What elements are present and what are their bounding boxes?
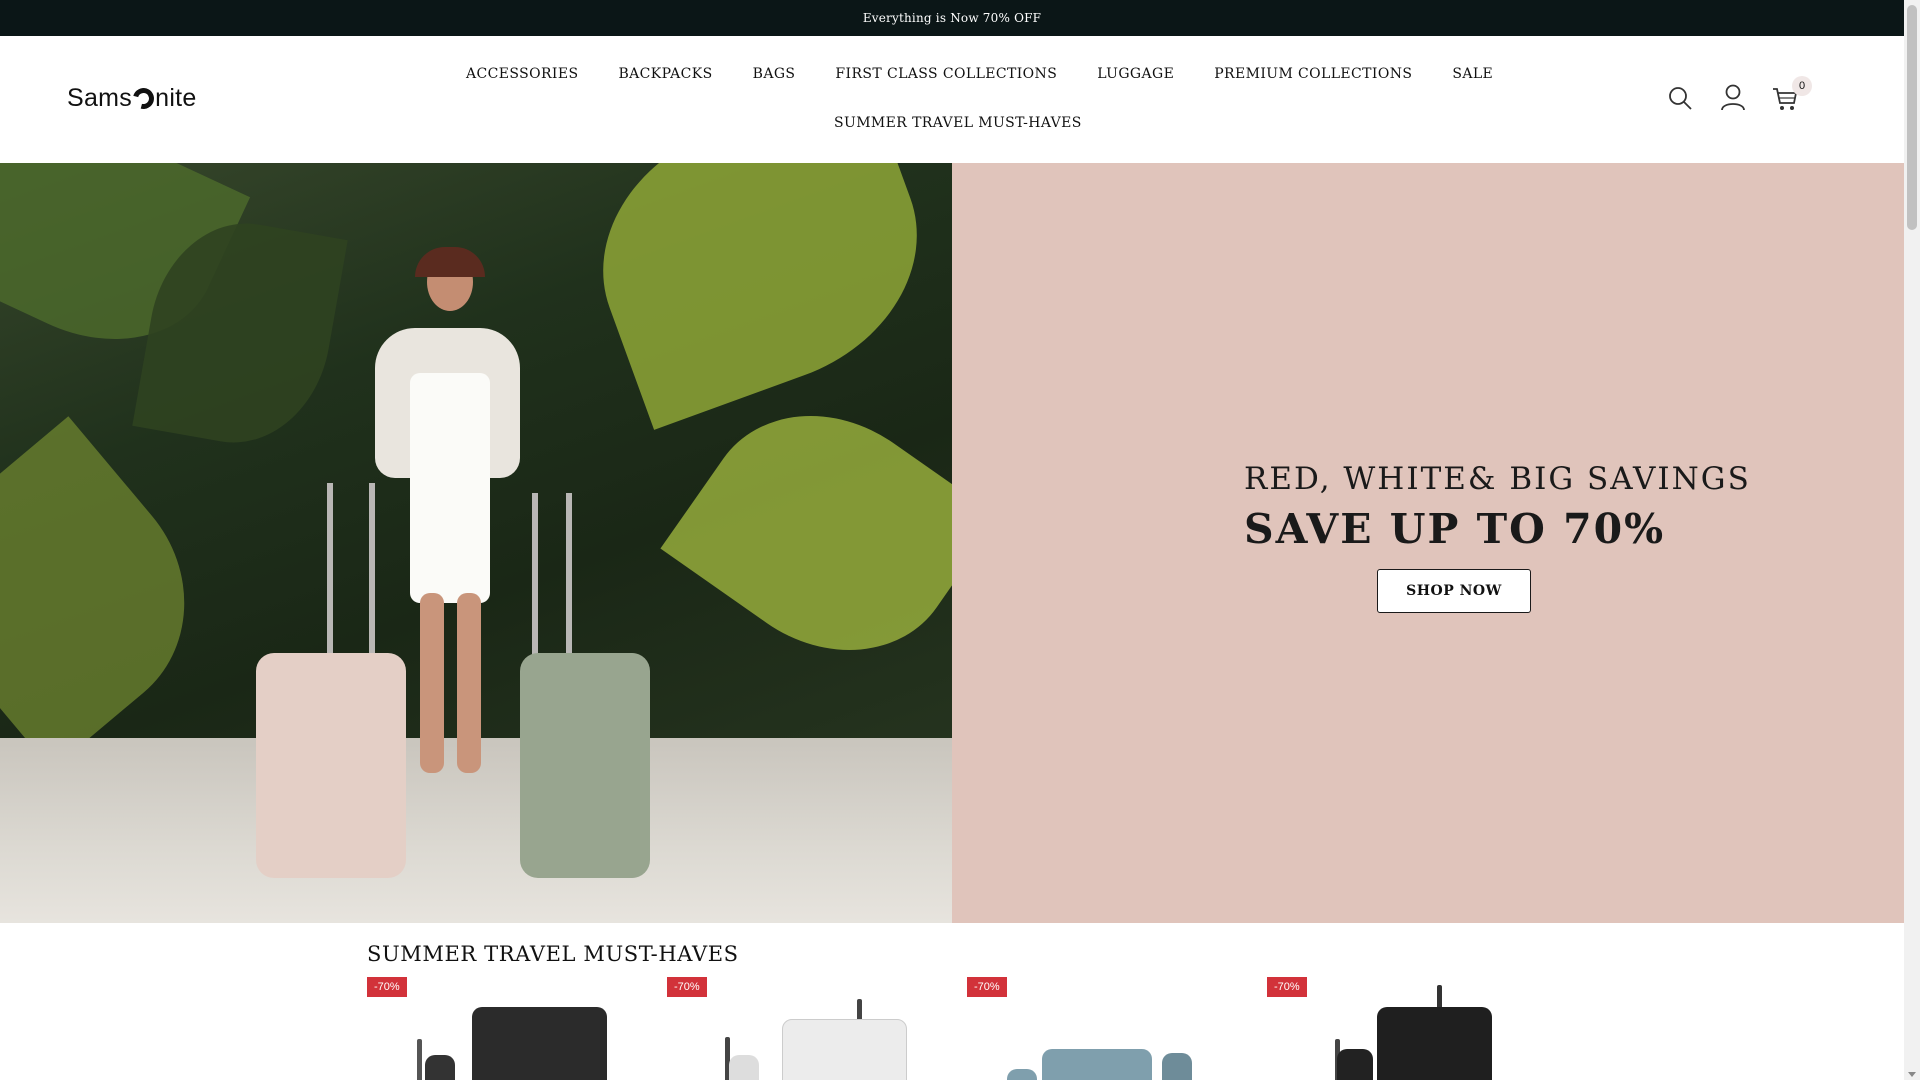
hero-leaf (565, 163, 952, 430)
logo-mark-icon (129, 84, 158, 113)
search-icon[interactable] (1666, 84, 1694, 112)
product-card[interactable]: -70% (367, 977, 647, 1080)
logo-text-left: Sams (67, 84, 133, 112)
discount-badge: -70% (967, 977, 1007, 997)
hero-leaf (660, 368, 952, 698)
announcement-text: Everything is Now 70% OFF (862, 11, 1042, 25)
shop-now-button[interactable]: SHOP NOW (1377, 569, 1531, 613)
hero-headline: RED, WHITE& BIG SAVINGS (1244, 461, 1751, 497)
product-card[interactable]: -70% (967, 977, 1247, 1080)
nav-item-bags[interactable]: BAGS (753, 66, 796, 82)
product-image (472, 1007, 607, 1080)
announcement-bar: Everything is Now 70% OFF (0, 0, 1904, 36)
page-scrollbar[interactable] (1904, 0, 1920, 1080)
logo-text-right: nite (155, 84, 197, 112)
pink-suitcase (256, 653, 406, 878)
user-icon[interactable] (1719, 83, 1747, 111)
samsonite-logo[interactable]: Sams nite (67, 84, 197, 113)
green-suitcase (520, 653, 650, 878)
product-image (1007, 1069, 1037, 1080)
discount-badge: -70% (1267, 977, 1307, 997)
product-card[interactable]: -70% (667, 977, 947, 1080)
discount-badge: -70% (667, 977, 707, 997)
nav-item-backpacks[interactable]: BACKPACKS (618, 66, 712, 82)
hero-banner: RED, WHITE& BIG SAVINGS SAVE UP TO 70% S… (0, 163, 1904, 923)
product-image (729, 1055, 759, 1080)
nav-item-premium-collections[interactable]: PREMIUM COLLECTIONS (1214, 66, 1412, 82)
product-image (1337, 1049, 1373, 1080)
nav-row-secondary: SUMMER TRAVEL MUST-HAVES (834, 115, 1082, 131)
discount-badge: -70% (367, 977, 407, 997)
nav-item-accessories[interactable]: ACCESSORIES (466, 66, 578, 82)
header-icons: 0 (1604, 76, 1904, 124)
site-header: Sams nite ACCESSORIES BACKPACKS BAGS FIRS… (0, 36, 1904, 163)
product-image (782, 1019, 907, 1080)
product-grid: -70% -70% -70% -70% (367, 977, 1567, 1080)
product-image (1377, 1007, 1492, 1080)
section-title: SUMMER TRAVEL MUST-HAVES (367, 942, 739, 966)
nav-item-sale[interactable]: SALE (1452, 66, 1493, 82)
product-image (1042, 1049, 1152, 1080)
nav-item-luggage[interactable]: LUGGAGE (1097, 66, 1174, 82)
hero-promo-panel: RED, WHITE& BIG SAVINGS SAVE UP TO 70% S… (952, 163, 1904, 923)
scrollbar-thumb[interactable] (1907, 5, 1917, 230)
nav-item-summer-travel[interactable]: SUMMER TRAVEL MUST-HAVES (834, 115, 1082, 131)
cart-count-badge: 0 (1792, 76, 1812, 96)
scroll-down-icon[interactable] (1908, 1072, 1916, 1077)
hero-image[interactable] (0, 163, 952, 923)
hero-leaf (0, 416, 236, 770)
hero-text-block: RED, WHITE& BIG SAVINGS SAVE UP TO 70% S… (1244, 461, 1751, 613)
nav-row-primary: ACCESSORIES BACKPACKS BAGS FIRST CLASS C… (466, 66, 1533, 82)
product-image (1162, 1053, 1192, 1080)
product-image (425, 1055, 455, 1080)
product-card[interactable]: -70% (1267, 977, 1547, 1080)
hero-subheadline: SAVE UP TO 70% (1244, 505, 1666, 553)
nav-item-first-class-collections[interactable]: FIRST CLASS COLLECTIONS (835, 66, 1057, 82)
